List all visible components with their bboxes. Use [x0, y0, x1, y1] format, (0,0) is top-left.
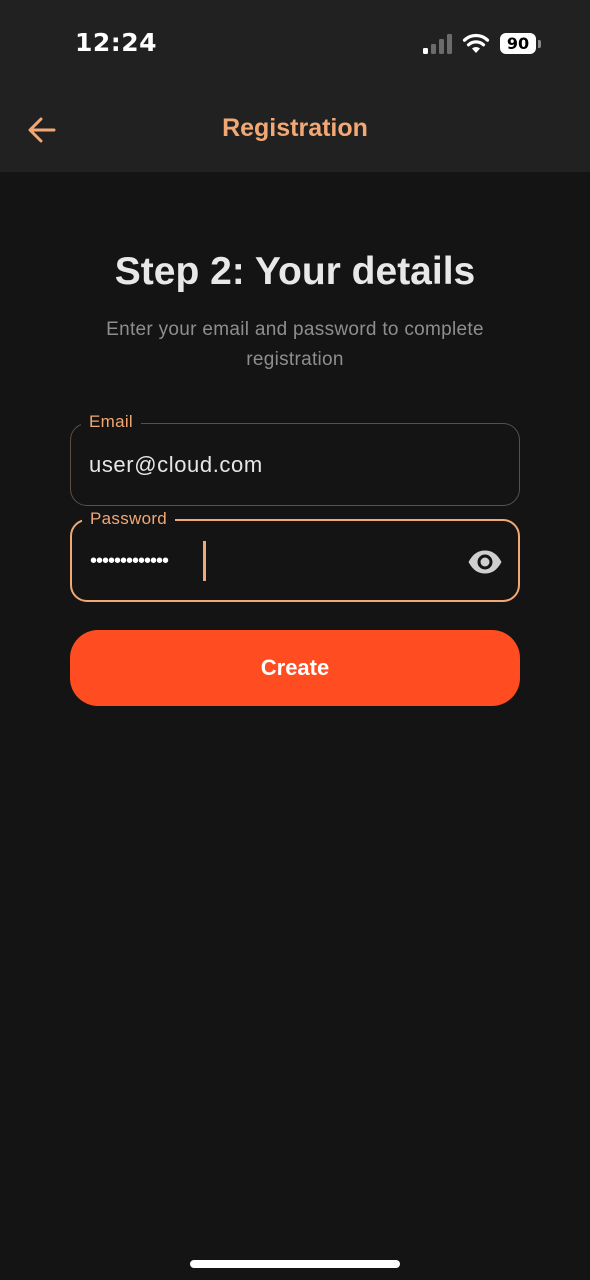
email-label: Email — [81, 411, 142, 433]
status-time: 12:24 — [75, 28, 158, 57]
password-label: Password — [82, 508, 176, 530]
password-input[interactable]: ••••••••••••• — [90, 545, 169, 577]
eye-icon — [468, 550, 502, 574]
toggle-password-visibility-button[interactable] — [464, 541, 506, 583]
email-field[interactable]: Email user@cloud.com — [70, 411, 520, 506]
step-subtitle: Enter your email and password to complet… — [106, 319, 484, 370]
registration-screen: 12:24 90 Registration Step 2: Your detai… — [0, 0, 590, 1280]
create-button[interactable]: Create — [70, 630, 520, 706]
page-title: Registration — [222, 114, 368, 142]
header: 12:24 90 Registration — [0, 0, 590, 172]
wifi-icon — [462, 33, 490, 53]
password-field[interactable]: Password ••••••••••••• — [70, 508, 520, 602]
battery-tip — [538, 40, 541, 48]
text-caret — [203, 541, 206, 581]
email-input[interactable]: user@cloud.com — [89, 452, 263, 478]
battery-level: 90 — [506, 34, 530, 53]
step-heading: Step 2: Your details — [114, 250, 476, 293]
home-indicator[interactable] — [190, 1260, 400, 1268]
cellular-signal-icon — [423, 34, 452, 54]
battery-icon: 90 — [500, 33, 542, 55]
